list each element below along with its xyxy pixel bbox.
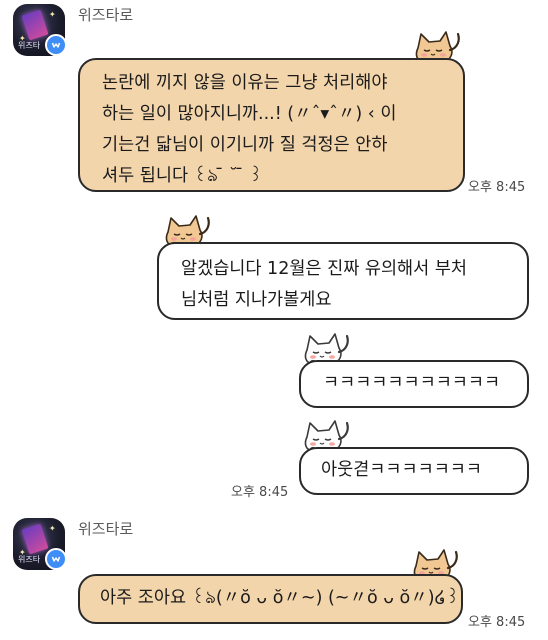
message-line: 기는건 닯님이 이기니까 질 걱정은 안하: [102, 135, 388, 155]
message-bubble-outgoing[interactable]: 알겠습니다 12월은 진짜 유의해서 부처 님처럼 지나가볼게요: [157, 242, 529, 320]
message-line: ㅋㅋㅋㅋㅋㅋㅋㅋㅋㅋㅋ: [323, 373, 501, 393]
message-bubble-incoming[interactable]: 논란에 끼지 않을 이유는 그냥 처리해야 하는 일이 많아지니까...! (〃…: [78, 58, 465, 192]
avatar-text: 위즈타: [18, 555, 41, 564]
message-bubble-outgoing[interactable]: 아웃겯ㅋㅋㅋㅋㅋㅋㅋ: [299, 447, 529, 495]
message-line: 님처럼 지나가볼게요: [181, 290, 332, 310]
message-bubble-incoming[interactable]: 아주 조아요 ꒰ঌ(〃ŏ ᴗ ŏ〃~) (~〃ŏ ᴗ ŏ〃)໒꒱: [78, 574, 463, 624]
sender-name: 위즈타로: [78, 6, 134, 24]
message-line: 셔두 됩니다 ꒰ঌ ̄ ˘ ̄ ꒱: [102, 166, 263, 186]
message-line: 하는 일이 많아지니까...! (〃ˆ▾ˆ〃) ‹ 이: [102, 104, 397, 124]
avatar-text: 위즈타: [18, 41, 41, 50]
message-line: 아주 조아요 ꒰ঌ(〃ŏ ᴗ ŏ〃~) (~〃ŏ ᴗ ŏ〃)໒꒱: [100, 588, 460, 608]
message-line: 알겠습니다 12월은 진짜 유의해서 부처: [181, 259, 468, 279]
message-timestamp: 오후 8:45: [468, 615, 526, 630]
message-line: 논란에 끼지 않을 이유는 그냥 처리해야: [102, 73, 388, 93]
message-timestamp: 오후 8:45: [231, 485, 289, 500]
verified-badge-icon: [45, 34, 67, 56]
message-bubble-outgoing[interactable]: ㅋㅋㅋㅋㅋㅋㅋㅋㅋㅋㅋ: [299, 360, 529, 408]
message-timestamp: 오후 8:45: [468, 180, 526, 195]
message-line: 아웃겯ㅋㅋㅋㅋㅋㅋㅋ: [321, 460, 482, 480]
verified-badge-icon: [45, 548, 67, 570]
sender-name: 위즈타로: [78, 520, 134, 538]
